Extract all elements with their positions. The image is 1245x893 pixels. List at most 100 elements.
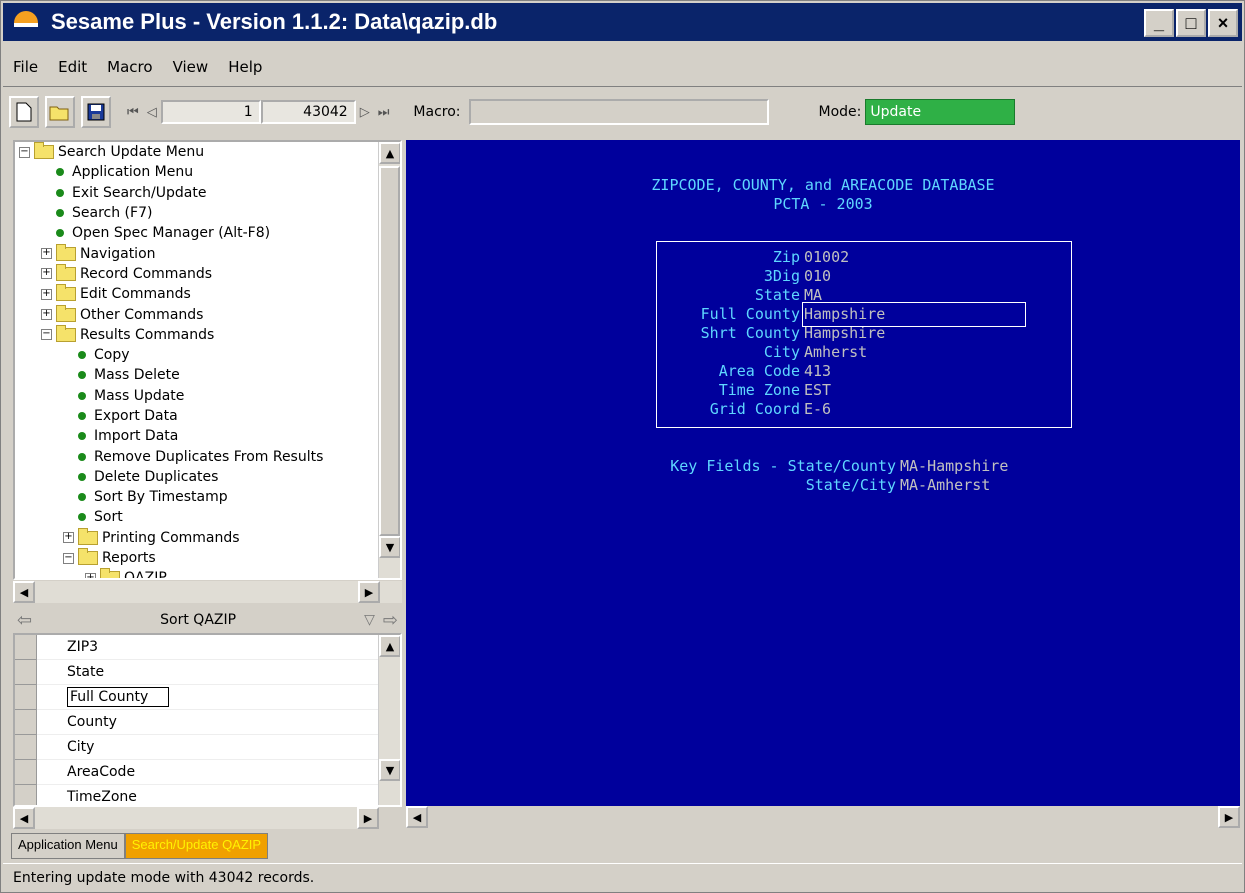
- collapse-icon[interactable]: −: [63, 552, 74, 564]
- collapse-icon[interactable]: −: [19, 146, 30, 158]
- tree-item[interactable]: Remove Duplicates From Results: [15, 446, 400, 466]
- tree-item[interactable]: Import Data: [15, 426, 400, 446]
- collapse-icon[interactable]: −: [41, 329, 52, 341]
- tree-item[interactable]: Application Menu: [15, 162, 400, 182]
- tree-item[interactable]: Sort: [15, 507, 400, 527]
- tree-item[interactable]: Sort By Timestamp: [15, 487, 400, 507]
- first-record-icon[interactable]: ⏮: [123, 105, 143, 120]
- prev-record-icon[interactable]: ◁: [143, 105, 161, 120]
- sort-field-item[interactable]: AreaCode: [15, 759, 400, 785]
- sort-field-item[interactable]: State: [15, 659, 400, 685]
- tree-item[interactable]: + Other Commands: [15, 304, 400, 324]
- sort-next-icon[interactable]: ⇨: [383, 610, 398, 631]
- tree-item-label: Edit Commands: [80, 286, 191, 303]
- tree-item[interactable]: Open Spec Manager (Alt-F8): [15, 223, 400, 243]
- tree-item[interactable]: + QAZIP: [15, 568, 400, 578]
- tree-item[interactable]: Export Data: [15, 406, 400, 426]
- scroll-thumb[interactable]: [379, 166, 400, 536]
- tab-application-menu[interactable]: Application Menu: [11, 833, 125, 859]
- scroll-left-icon[interactable]: ◀: [13, 807, 35, 829]
- sort-field-label: AreaCode: [67, 764, 136, 780]
- menu-edit[interactable]: Edit: [58, 58, 87, 76]
- scroll-left-icon[interactable]: ◀: [406, 806, 428, 828]
- tree-item[interactable]: + Navigation: [15, 243, 400, 263]
- record-navigator: ⏮ ◁ 1 43042 ▷ ⏭: [123, 98, 393, 126]
- form-horizontal-scrollbar[interactable]: ◀ ▶: [406, 806, 1240, 828]
- new-document-icon[interactable]: [9, 96, 39, 128]
- scroll-right-icon[interactable]: ▶: [358, 581, 380, 603]
- field-value[interactable]: 413: [804, 362, 831, 380]
- tree-item-label: Mass Update: [94, 387, 185, 404]
- tree-vertical-scrollbar[interactable]: ▲ ▼: [378, 142, 400, 578]
- field-value[interactable]: 01002: [804, 248, 849, 266]
- tree-item[interactable]: Mass Update: [15, 386, 400, 406]
- macro-field[interactable]: [468, 99, 769, 125]
- key-fields-label: Key Fields - State/County: [670, 457, 896, 475]
- expand-icon[interactable]: +: [85, 572, 96, 578]
- tree-item[interactable]: Search (F7): [15, 203, 400, 223]
- sort-field-item[interactable]: ZIP3: [15, 635, 400, 660]
- sort-dropdown-icon[interactable]: ▽: [364, 612, 375, 628]
- save-disk-icon[interactable]: [81, 96, 111, 128]
- scroll-up-icon[interactable]: ▲: [379, 635, 400, 657]
- scroll-track[interactable]: [379, 659, 400, 759]
- tree-item[interactable]: − Search Update Menu: [15, 142, 400, 162]
- menu-file[interactable]: File: [13, 58, 38, 76]
- command-bullet-icon: [78, 432, 86, 441]
- close-button[interactable]: ×: [1208, 9, 1238, 37]
- tree-item[interactable]: − Reports: [15, 548, 400, 568]
- tree-item[interactable]: + Printing Commands: [15, 527, 400, 548]
- field-value[interactable]: 010: [804, 267, 831, 285]
- sort-field-item[interactable]: County: [15, 709, 400, 735]
- expand-icon[interactable]: +: [41, 288, 52, 300]
- tree-item-label: Application Menu: [72, 164, 194, 181]
- expand-icon[interactable]: +: [41, 309, 52, 321]
- last-record-icon[interactable]: ⏭: [374, 105, 394, 120]
- tree-item[interactable]: Copy: [15, 345, 400, 365]
- tree-item[interactable]: Mass Delete: [15, 365, 400, 385]
- tree-item[interactable]: − Results Commands: [15, 324, 400, 345]
- sort-vertical-scrollbar[interactable]: ▲ ▼: [378, 635, 400, 805]
- field-value[interactable]: Amherst: [804, 343, 867, 361]
- tree-item[interactable]: + Edit Commands: [15, 284, 400, 304]
- sort-prev-icon[interactable]: ⇦: [13, 610, 32, 631]
- next-record-icon[interactable]: ▷: [356, 105, 374, 120]
- tree-item[interactable]: Exit Search/Update: [15, 183, 400, 203]
- scroll-down-icon[interactable]: ▼: [379, 536, 400, 558]
- field-value[interactable]: E-6: [804, 400, 831, 418]
- application-window: Sesame Plus - Version 1.1.2: Data\qazip.…: [0, 0, 1245, 893]
- minimize-button[interactable]: _: [1144, 9, 1174, 37]
- record-number-field[interactable]: 1: [160, 100, 261, 124]
- sort-horizontal-scrollbar[interactable]: ◀ ▶: [13, 807, 379, 829]
- scroll-up-icon[interactable]: ▲: [379, 142, 400, 164]
- command-bullet-icon: [56, 168, 64, 177]
- tree-horizontal-scrollbar[interactable]: ◀ ▶: [13, 581, 402, 603]
- field-value[interactable]: EST: [804, 381, 831, 399]
- field-label: Area Code: [718, 362, 800, 380]
- title-bar[interactable]: Sesame Plus - Version 1.1.2: Data\qazip.…: [3, 3, 1242, 41]
- tree-item[interactable]: + Record Commands: [15, 263, 400, 284]
- sort-field-item[interactable]: City: [15, 734, 400, 760]
- scroll-down-icon[interactable]: ▼: [379, 759, 400, 781]
- menu-macro[interactable]: Macro: [107, 58, 152, 76]
- tree-item[interactable]: Delete Duplicates: [15, 467, 400, 487]
- sort-field-item[interactable]: Full County: [15, 684, 400, 710]
- menu-help[interactable]: Help: [228, 58, 262, 76]
- expand-icon[interactable]: +: [63, 532, 74, 544]
- maximize-button[interactable]: □: [1176, 9, 1206, 37]
- scroll-left-icon[interactable]: ◀: [13, 581, 35, 603]
- scroll-right-icon[interactable]: ▶: [1218, 806, 1240, 828]
- sort-field-label: TimeZone: [67, 789, 137, 805]
- scroll-right-icon[interactable]: ▶: [357, 807, 379, 829]
- field-label: State: [754, 286, 800, 304]
- tree-item-label: Navigation: [80, 245, 156, 262]
- expand-icon[interactable]: +: [41, 248, 52, 260]
- row-gutter: [15, 759, 37, 785]
- tab-search-update[interactable]: Search/Update QAZIP: [124, 833, 269, 859]
- sort-field-item[interactable]: TimeZone: [15, 784, 400, 805]
- row-gutter: [15, 734, 37, 760]
- expand-icon[interactable]: +: [41, 268, 52, 280]
- open-folder-icon[interactable]: [45, 96, 75, 128]
- menu-view[interactable]: View: [173, 58, 209, 76]
- sort-field-label: Full County: [67, 687, 170, 707]
